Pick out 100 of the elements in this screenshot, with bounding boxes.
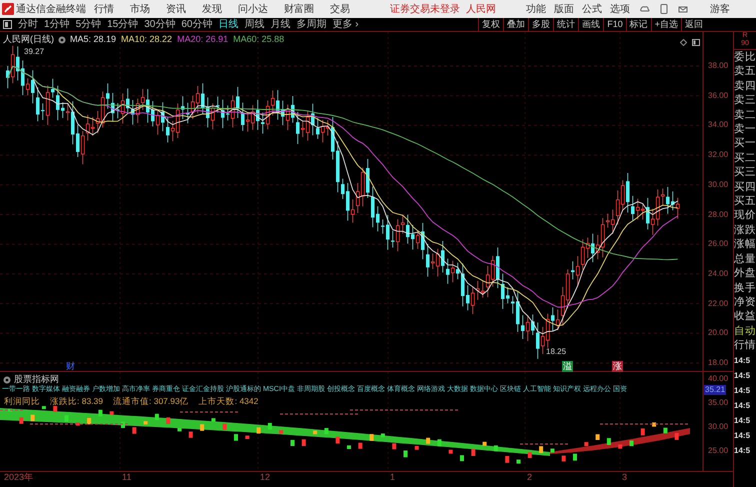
chart-title: 人民网(日线) (3, 33, 54, 46)
axis-label: 30.00 (708, 423, 728, 431)
toolbar-button[interactable]: 统计 (553, 18, 578, 32)
moving-average-label: MA20: 26.91 (177, 33, 228, 46)
toolbar-button[interactable]: +自选 (650, 18, 681, 32)
period-tab[interactable]: 15分钟 (107, 20, 138, 30)
toolbar-button[interactable]: 多股 (528, 18, 554, 32)
quote-label: 买四 (734, 180, 756, 194)
event-marker: 财 (66, 361, 75, 372)
quote-label: 卖一 (734, 122, 756, 136)
menu-item[interactable]: 行情 (94, 2, 114, 16)
settings-icon[interactable] (3, 376, 11, 384)
quote-label: 卖三 (734, 93, 756, 108)
menu-item[interactable]: 功能 (526, 2, 546, 16)
trade-time: 14:5 (734, 444, 752, 457)
stock-name: 人民网 (466, 2, 496, 16)
menu-item[interactable]: 版面 (554, 2, 574, 16)
current-value-label: 35.21 (704, 385, 726, 395)
axis-label: 35.00 (708, 399, 728, 407)
quote-label: 现价 (734, 208, 756, 223)
event-badge: 涨 (612, 361, 623, 372)
period-tab[interactable]: 1分钟 (44, 20, 70, 30)
quote-label: 卖四 (734, 78, 756, 94)
quote-label: 涨幅 (734, 237, 756, 252)
period-tab[interactable]: 周线 (244, 20, 264, 30)
menu-item[interactable]: 问小达 (238, 2, 268, 16)
phone-icon[interactable] (660, 4, 668, 14)
message-icon[interactable] (678, 4, 688, 14)
settings-icon[interactable] (58, 36, 66, 44)
time-axis-label: 1 (390, 473, 396, 482)
axis-label: 20.00 (708, 329, 728, 338)
toolbar-button[interactable]: 标记 (626, 18, 651, 32)
quote-label: 行情 (734, 338, 756, 353)
quote-label: 收益 (734, 309, 756, 324)
indicator-stat: 利润同比 (3, 396, 41, 406)
menu-item[interactable]: 选项 (610, 2, 630, 16)
quote-label: 自动 (734, 324, 756, 338)
low-price-label: 18.25 (546, 346, 566, 358)
period-tab[interactable]: 5分钟 (76, 20, 102, 30)
menu-item[interactable]: 财富圈 (284, 2, 314, 16)
axis-label: 40.00 (708, 375, 728, 383)
toolbar-button[interactable]: 叠加 (503, 18, 528, 32)
axis-label: 18.00 (708, 359, 728, 367)
user-label[interactable]: 游客 (710, 2, 730, 16)
high-price-label: 39.27 (24, 46, 44, 58)
panel-toggle-icon[interactable] (692, 39, 700, 46)
menu-item[interactable]: 公式 (582, 2, 602, 16)
time-axis-label: 2023年 (4, 473, 34, 482)
quote-label: 外盘 (734, 266, 756, 280)
time-axis-label: 3 (622, 473, 628, 482)
menu-item[interactable]: 发现 (202, 2, 222, 16)
axis-label: 28.00 (708, 210, 728, 218)
quote-label: 买二 (734, 150, 756, 166)
event-badge: 溢 (562, 361, 573, 372)
moving-average-label: MA10: 28.22 (121, 33, 172, 46)
quote-label: 净资 (734, 294, 756, 310)
menu-item[interactable]: 市场 (130, 2, 150, 16)
period-tab[interactable]: 更多 › (332, 20, 359, 30)
axis-label: 25.00 (708, 447, 728, 455)
quote-label: 买五 (734, 194, 756, 208)
trade-time: 14:5 (734, 430, 752, 442)
toolbar-button[interactable]: 返回 (681, 18, 706, 32)
period-tab[interactable]: 多周期 (296, 20, 326, 30)
menu-item[interactable]: 交易 (330, 2, 350, 16)
time-axis-label: 11 (122, 473, 132, 482)
cloud-icon[interactable] (640, 4, 650, 14)
quote-label: 买一 (734, 136, 756, 151)
time-axis-label: 12 (260, 473, 270, 482)
axis-label: 22.00 (708, 300, 728, 308)
quote-label: 委比 (734, 50, 756, 64)
quote-label: 换手 (734, 280, 756, 295)
period-tab[interactable]: 30分钟 (144, 20, 176, 30)
panel-toggle-icon[interactable] (3, 20, 12, 29)
moving-average-label: MA5: 28.19 (70, 33, 116, 46)
axis-label: 32.00 (708, 151, 728, 160)
app-logo-icon (2, 3, 14, 15)
period-tab[interactable]: 60分钟 (181, 20, 212, 30)
time-axis-label: 2 (527, 473, 532, 482)
quote-label: 卖五 (734, 64, 756, 79)
indicator-stat: 流通市值: 307.93亿 (112, 396, 190, 406)
axis-label: 24.00 (708, 270, 728, 278)
toolbar-button[interactable]: 复权 (478, 18, 504, 32)
period-tab[interactable]: 月线 (270, 20, 290, 30)
quote-label: 涨跌 (734, 222, 756, 238)
axis-label: 36.00 (708, 92, 728, 100)
indicator-title: 股票指标网 (14, 373, 59, 385)
toolbar-button[interactable]: 画线 (578, 18, 604, 32)
axis-label: 34.00 (708, 121, 728, 130)
indicator-stat: 涨跌比: 83.39 (49, 396, 104, 406)
trade-time: 14:5 (734, 384, 752, 397)
quote-label: 卖二 (734, 108, 756, 122)
period-tab[interactable]: 分时 (18, 20, 38, 30)
login-status[interactable]: 证券交易未登录 (390, 2, 460, 16)
quote-label: 买三 (734, 165, 756, 180)
menu-item[interactable]: 资讯 (166, 2, 186, 16)
toolbar-button[interactable]: F10 (603, 18, 626, 32)
quote-label: 总量 (734, 252, 756, 266)
app-title: 通达信金融终端 (16, 2, 86, 16)
diamond-icon[interactable] (680, 39, 687, 46)
period-tab[interactable]: 日线 (218, 20, 238, 30)
